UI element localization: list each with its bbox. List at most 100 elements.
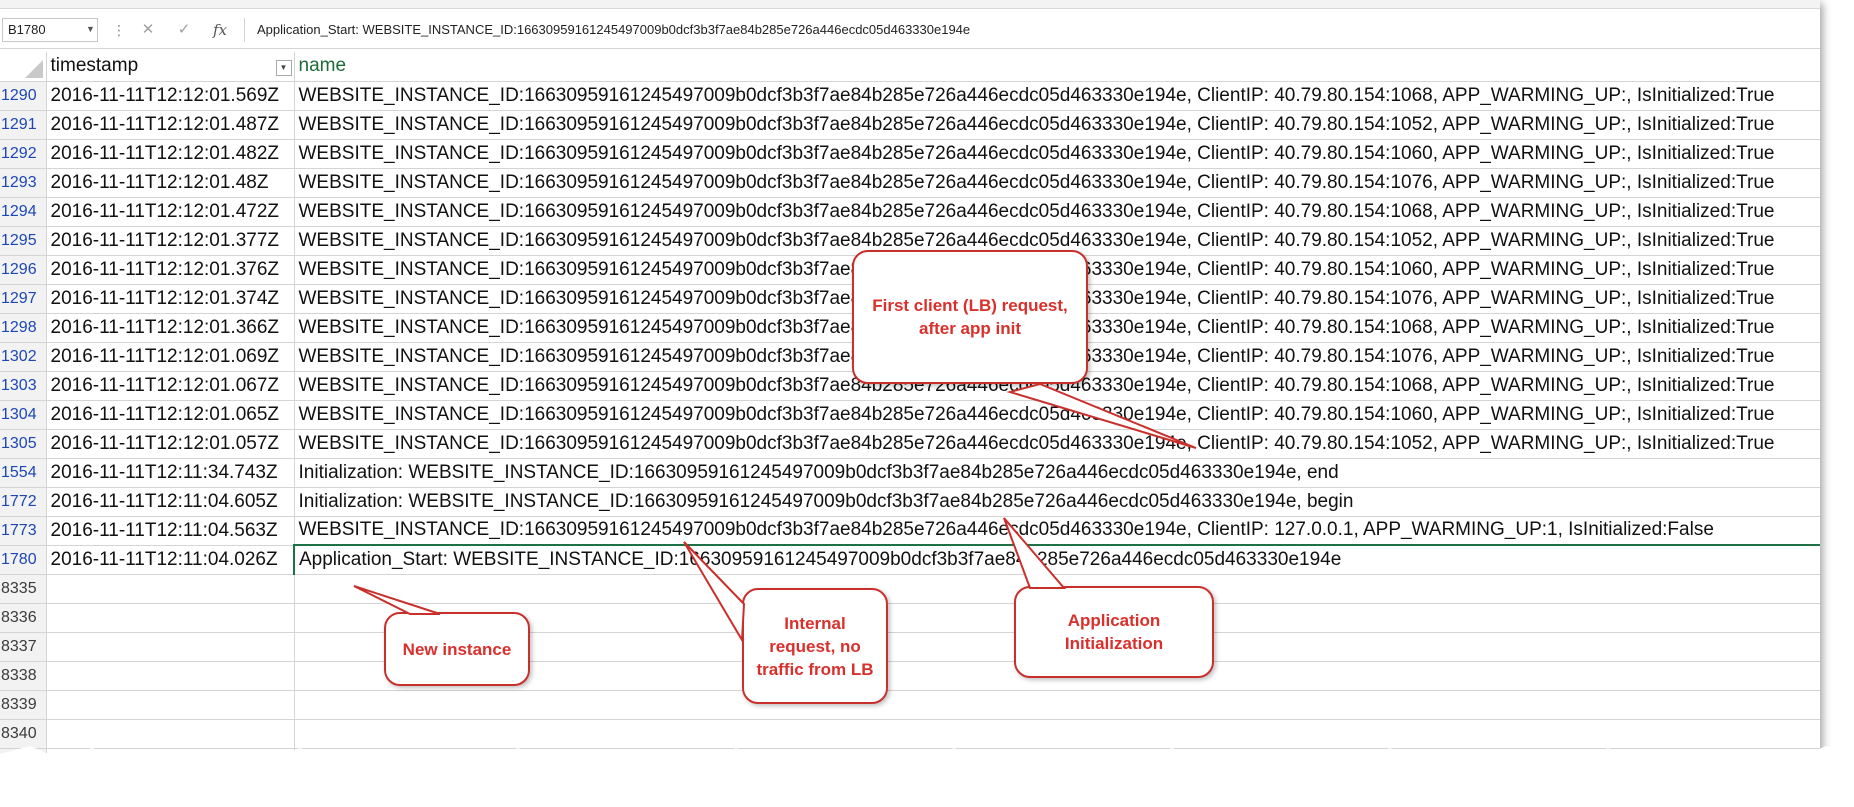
chevron-down-icon[interactable]: ▼ [86, 24, 95, 34]
row-number[interactable]: 1296 [0, 255, 47, 285]
row-number[interactable]: 1294 [0, 197, 47, 227]
timestamp-cell[interactable]: 2016-11-11T12:12:01.065Z [46, 400, 295, 430]
column-header-label: timestamp [50, 55, 139, 77]
timestamp-cell[interactable]: 2016-11-11T12:12:01.374Z [46, 284, 295, 314]
name-cell[interactable]: WEBSITE_INSTANCE_ID:1663095916124549700​… [294, 81, 1820, 111]
empty-cell[interactable] [46, 661, 295, 691]
worksheet-grid: timestamp ▼ name 1290 2016-11-11T12:12:01… [0, 52, 1820, 778]
insert-function-icon[interactable]: fx [208, 20, 232, 40]
row-number[interactable]: 8337 [0, 632, 47, 662]
timestamp-cell[interactable]: 2016-11-11T12:12:01.569Z [46, 81, 295, 111]
empty-cell[interactable] [46, 603, 295, 633]
empty-cell[interactable] [46, 690, 295, 720]
row-number[interactable]: 1295 [0, 226, 47, 256]
timestamp-cell[interactable]: 2016-11-11T12:11:04.563Z [46, 516, 295, 546]
table-row: 1305 2016-11-11T12:12:01.057Z WEBSITE_INST… [0, 429, 1820, 459]
row-number[interactable]: 8336 [0, 603, 47, 633]
callout-first-client: First client (LB) request, after app ini… [852, 250, 1088, 384]
timestamp-cell[interactable]: 2016-11-11T12:12:01.067Z [46, 371, 295, 401]
timestamp-cell[interactable]: 2016-11-11T12:12:01.377Z [46, 226, 295, 256]
cancel-icon[interactable]: ✕ [136, 20, 160, 40]
timestamp-cell[interactable]: 2016-11-11T12:12:01.366Z [46, 313, 295, 343]
more-options-icon[interactable]: ⋮ [112, 22, 126, 39]
column-header-name[interactable]: name [294, 52, 1820, 82]
table-row: 1772 2016-11-11T12:11:04.605Z Initializati… [0, 487, 1820, 517]
column-header-timestamp[interactable]: timestamp ▼ [46, 52, 295, 82]
timestamp-cell[interactable]: 2016-11-11T12:12:01.472Z [46, 197, 295, 227]
callout-text: First client (LB) request, after app ini… [872, 296, 1068, 338]
empty-row: 8337 [0, 632, 1820, 662]
torn-paper-edge [0, 746, 1854, 807]
row-number[interactable]: 8335 [0, 574, 47, 604]
timestamp-cell[interactable]: 2016-11-11T12:11:04.605Z [46, 487, 295, 517]
callout-text: Application Initialization [1064, 611, 1164, 653]
row-number[interactable]: 1292 [0, 139, 47, 169]
empty-row: 8336 [0, 603, 1820, 633]
select-all-corner[interactable] [0, 52, 47, 82]
empty-row: 8338 [0, 661, 1820, 691]
enter-icon[interactable]: ✓ [172, 20, 196, 40]
timestamp-cell[interactable]: 2016-11-11T12:12:01.48Z [46, 168, 295, 198]
timestamp-cell[interactable]: 2016-11-11T12:12:01.487Z [46, 110, 295, 140]
name-cell[interactable]: Initialization: WEBSITE_INSTANCE_ID:1663… [294, 458, 1820, 488]
table-row: 1294 2016-11-11T12:12:01.472Z WEBSITE_INST… [0, 197, 1820, 227]
timestamp-cell[interactable]: 2016-11-11T12:12:01.376Z [46, 255, 295, 285]
name-cell[interactable]: Application_Start: WEBSITE_INSTANCE_ID:1… [293, 544, 1820, 575]
spreadsheet-window: B1780 ▼ ⋮ ✕ ✓ fx Application_Start: WEBS… [0, 0, 1820, 780]
ribbon-strip [0, 0, 1820, 9]
callout-text: New instance [402, 639, 512, 659]
name-box-value: B1780 [8, 22, 46, 37]
name-cell[interactable]: WEBSITE_INSTANCE_ID:1663095916124549700​… [294, 400, 1820, 430]
empty-cell[interactable] [46, 632, 295, 662]
name-cell[interactable]: WEBSITE_INSTANCE_ID:1663095916124549700​… [294, 429, 1820, 459]
filter-dropdown-icon[interactable]: ▼ [275, 60, 292, 76]
row-number[interactable]: 1298 [0, 313, 47, 343]
header-row: timestamp ▼ name [0, 52, 1820, 82]
empty-cell[interactable] [294, 690, 1820, 720]
callout-app-init: Application Initialization [1014, 586, 1214, 678]
row-number[interactable]: 8338 [0, 661, 47, 691]
name-cell[interactable]: WEBSITE_INSTANCE_ID:1663095916124549700​… [294, 110, 1820, 140]
timestamp-cell[interactable]: 2016-11-11T12:11:04.026Z [46, 545, 295, 575]
name-cell[interactable]: WEBSITE_INSTANCE_ID:1663095916124549700​… [294, 197, 1820, 227]
callout-internal-request: Internal request, no traffic from LB [742, 588, 888, 704]
row-number[interactable]: 8339 [0, 690, 47, 720]
table-row: 1292 2016-11-11T12:12:01.482Z WEBSITE_INST… [0, 139, 1820, 169]
name-box[interactable]: B1780 [2, 18, 98, 42]
timestamp-cell[interactable]: 2016-11-11T12:11:34.743Z [46, 458, 295, 488]
row-number[interactable]: 1303 [0, 371, 47, 401]
empty-row: 8339 [0, 690, 1820, 720]
name-cell[interactable]: WEBSITE_INSTANCE_ID:1663095916124549700​… [294, 168, 1820, 198]
timestamp-cell[interactable]: 2016-11-11T12:12:01.069Z [46, 342, 295, 372]
table-row: 1304 2016-11-11T12:12:01.065Z WEBSITE_INST… [0, 400, 1820, 430]
row-number[interactable]: 1305 [0, 429, 47, 459]
row-number[interactable]: 1290 [0, 81, 47, 111]
table-row: 1290 2016-11-11T12:12:01.569Z WEBSITE_INST… [0, 81, 1820, 111]
table-row: 1291 2016-11-11T12:12:01.487Z WEBSITE_INST… [0, 110, 1820, 140]
table-row: 1773 2016-11-11T12:11:04.563Z WEBSITE_INST… [0, 516, 1820, 546]
table-row: 1780 2016-11-11T12:11:04.026Z Application_… [0, 544, 1820, 575]
callout-text: Internal request, no traffic from LB [756, 613, 874, 679]
row-number[interactable]: 1291 [0, 110, 47, 140]
row-number[interactable]: 1780 [0, 545, 47, 575]
formula-bar: B1780 ▼ ⋮ ✕ ✓ fx Application_Start: WEBS… [0, 12, 1820, 49]
row-number[interactable]: 1554 [0, 458, 47, 488]
row-number[interactable]: 1297 [0, 284, 47, 314]
column-header-label: name [298, 55, 347, 77]
formula-input[interactable]: Application_Start: WEBSITE_INSTANCE_ID:1… [244, 18, 1812, 42]
name-cell[interactable]: WEBSITE_INSTANCE_ID:1663095916124549700​… [294, 516, 1820, 546]
table-row: 1293 2016-11-11T12:12:01.48Z WEBSITE_INSTA… [0, 168, 1820, 198]
row-number[interactable]: 1773 [0, 516, 47, 546]
row-number[interactable]: 1302 [0, 342, 47, 372]
empty-cell[interactable] [46, 574, 295, 604]
name-cell[interactable]: Initialization: WEBSITE_INSTANCE_ID:1663… [294, 487, 1820, 517]
callout-new-instance: New instance [384, 612, 530, 686]
empty-row: 8335 [0, 574, 1820, 604]
row-number[interactable]: 1293 [0, 168, 47, 198]
timestamp-cell[interactable]: 2016-11-11T12:12:01.057Z [46, 429, 295, 459]
row-number[interactable]: 1304 [0, 400, 47, 430]
table-row: 1554 2016-11-11T12:11:34.743Z Initializati… [0, 458, 1820, 488]
timestamp-cell[interactable]: 2016-11-11T12:12:01.482Z [46, 139, 295, 169]
row-number[interactable]: 1772 [0, 487, 47, 517]
name-cell[interactable]: WEBSITE_INSTANCE_ID:1663095916124549700​… [294, 139, 1820, 169]
